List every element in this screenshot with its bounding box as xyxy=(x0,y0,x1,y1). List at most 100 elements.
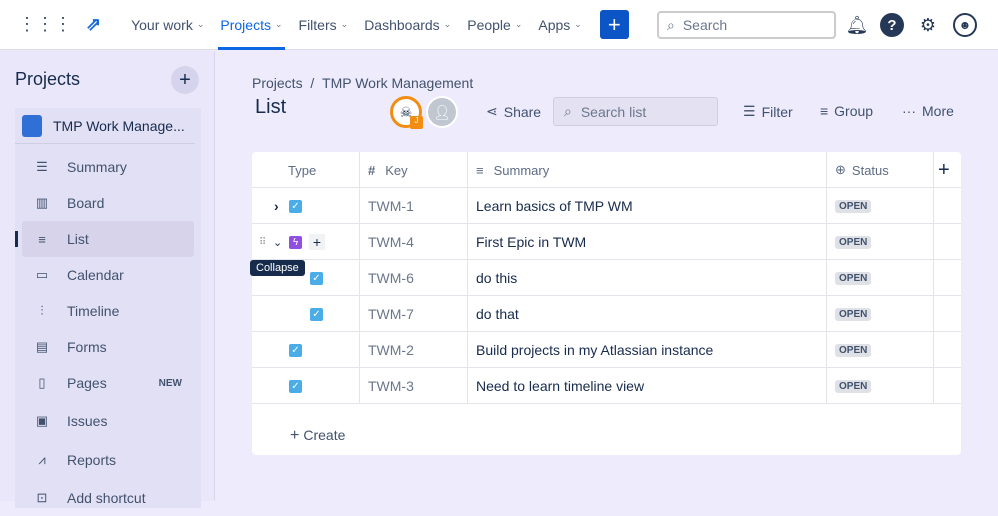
sidebar-item-summary[interactable]: ☰ Summary xyxy=(22,149,194,185)
issue-summary[interactable]: First Epic in TWM xyxy=(468,224,827,260)
plus-icon: + xyxy=(938,158,950,181)
status-badge: OPEN xyxy=(835,307,872,321)
summary-icon: ≡ xyxy=(476,162,484,178)
chevron-down-icon: ⌄ xyxy=(574,19,582,29)
sidebar-item-timeline[interactable]: ⫶ Timeline xyxy=(22,293,194,329)
sidebar-item-label: Add shortcut xyxy=(67,490,146,506)
task-icon: ✓ xyxy=(289,343,302,357)
nav-your-work[interactable]: Your work ⌄ xyxy=(123,0,212,50)
sidebar-item-reports[interactable]: ⩘ Reports xyxy=(22,442,194,478)
table-row[interactable]: ⠿ ⌄ ϟ + TWM-4 First Epic in TWM OPEN xyxy=(252,224,961,260)
sidebar-item-label: Pages xyxy=(67,375,107,391)
issue-key[interactable]: TWM-2 xyxy=(360,332,468,368)
global-search-input[interactable]: ⌕ Search xyxy=(657,11,836,39)
nav-label: Dashboards xyxy=(364,16,440,33)
issue-key[interactable]: TWM-7 xyxy=(360,296,468,332)
project-header[interactable]: TMP Work Manage... xyxy=(15,108,195,144)
share-button[interactable]: ⋖ Share xyxy=(486,103,541,120)
issue-summary[interactable]: do that xyxy=(468,296,827,332)
table-row[interactable]: ✓ TWM-2 Build projects in my Atlassian i… xyxy=(252,332,961,368)
issue-table: Type # Key ≡ Summary ⊕ Status + › ✓ TWM-1 Le… xyxy=(252,152,961,455)
nav-projects[interactable]: Projects ⌄ xyxy=(212,0,290,50)
table-row[interactable]: ✓ TWM-3 Need to learn timeline view OPEN xyxy=(252,368,961,404)
header-key[interactable]: # Key xyxy=(360,152,468,188)
issue-key[interactable]: TWM-4 xyxy=(360,224,468,260)
status-badge: OPEN xyxy=(835,199,872,213)
header-status[interactable]: ⊕ Status xyxy=(827,152,934,188)
create-button[interactable]: + xyxy=(599,10,629,39)
status-cell[interactable]: OPEN xyxy=(827,332,934,368)
drag-handle-icon[interactable]: ⠿ xyxy=(259,237,266,248)
sidebar-item-board[interactable]: ▥ Board xyxy=(22,185,194,221)
more-button[interactable]: ··· More xyxy=(902,103,954,119)
table-row[interactable]: › ✓ TWM-1 Learn basics of TMP WM OPEN xyxy=(252,188,961,224)
issue-key[interactable]: TWM-6 xyxy=(360,260,468,296)
notifications-icon[interactable]: 🔔︎ xyxy=(845,13,869,37)
type-cell: ✓ xyxy=(252,368,360,404)
status-cell[interactable]: OPEN xyxy=(827,188,934,224)
profile-avatar[interactable]: ☻ xyxy=(953,13,977,37)
expand-chevron-icon[interactable]: › xyxy=(274,198,279,214)
more-label: More xyxy=(922,103,954,119)
help-icon[interactable]: ? xyxy=(880,13,904,37)
nav-label: Filters xyxy=(298,16,337,33)
settings-gear-icon[interactable]: ⚙ xyxy=(916,13,940,37)
nav-dashboards[interactable]: Dashboards ⌄ xyxy=(356,0,459,50)
sidebar-title: Projects xyxy=(15,69,81,89)
sidebar-item-label: Board xyxy=(67,195,105,211)
breadcrumb-separator: / xyxy=(310,75,315,91)
chevron-down-icon: ⌄ xyxy=(274,19,283,29)
empty-cell xyxy=(934,260,961,296)
issue-summary[interactable]: Learn basics of TMP WM xyxy=(468,188,827,224)
share-icon: ⋖ xyxy=(486,103,498,119)
status-cell[interactable]: OPEN xyxy=(827,260,934,296)
chevron-down-icon: ⌄ xyxy=(340,19,349,29)
add-people-button[interactable]: 👤︎ xyxy=(426,96,458,128)
create-issue-button[interactable]: + Create xyxy=(290,427,345,445)
create-label: Create xyxy=(303,427,346,443)
sidebar-item-issues[interactable]: ▣ Issues xyxy=(22,403,194,439)
issue-summary[interactable]: Need to learn timeline view xyxy=(468,368,827,404)
status-cell[interactable]: OPEN xyxy=(827,368,934,404)
type-cell: ✓ xyxy=(252,296,360,332)
breadcrumb-project[interactable]: TMP Work Management xyxy=(322,75,473,91)
status-cell[interactable]: OPEN xyxy=(827,296,934,332)
empty-cell xyxy=(934,296,961,332)
issue-summary[interactable]: Build projects in my Atlassian instance xyxy=(468,332,827,368)
app-switcher-icon[interactable]: ⋮⋮⋮ xyxy=(18,14,72,35)
empty-cell xyxy=(934,368,961,404)
nav-filters[interactable]: Filters ⌄ xyxy=(291,0,357,50)
nav-people[interactable]: People ⌄ xyxy=(459,0,530,50)
sidebar-item-label: List xyxy=(67,231,89,247)
sidebar-item-forms[interactable]: ▤ Forms xyxy=(22,329,194,365)
sidebar-item-list[interactable]: ≡ List xyxy=(15,221,194,257)
table-row[interactable]: ✓ TWM-7 do that OPEN xyxy=(252,296,961,332)
sidebar-item-pages[interactable]: ▯ Pages NEW xyxy=(22,365,194,401)
table-header: Type # Key ≡ Summary ⊕ Status + xyxy=(252,152,961,188)
status-cell[interactable]: OPEN xyxy=(827,224,934,260)
issue-key[interactable]: TWM-1 xyxy=(360,188,468,224)
header-status-label: Status xyxy=(851,162,889,178)
issue-key[interactable]: TWM-3 xyxy=(360,368,468,404)
header-type[interactable]: Type xyxy=(252,152,360,188)
nav-label: Projects xyxy=(220,16,271,33)
add-child-button[interactable]: + xyxy=(309,234,325,250)
sidebar-item-calendar[interactable]: ▭ Calendar xyxy=(22,257,194,293)
sidebar-item-label: Calendar xyxy=(67,267,124,283)
add-project-button[interactable]: + xyxy=(171,66,199,94)
group-button[interactable]: ≡ Group xyxy=(820,103,873,119)
user-avatar[interactable]: ☠ J xyxy=(390,96,423,129)
collapse-chevron-icon[interactable]: ⌄ xyxy=(273,236,282,249)
search-list-input[interactable]: ⌕ Search list xyxy=(553,97,718,126)
header-summary[interactable]: ≡ Summary xyxy=(468,152,827,188)
sidebar-item-add-shortcut[interactable]: ⊡ Add shortcut xyxy=(22,480,194,516)
table-row[interactable]: ✓ TWM-6 do this OPEN xyxy=(252,260,961,296)
jira-logo-icon[interactable]: ⇗ xyxy=(86,14,101,35)
filter-button[interactable]: ☰ Filter xyxy=(743,103,793,120)
issue-summary[interactable]: do this xyxy=(468,260,827,296)
nav-apps[interactable]: Apps ⌄ xyxy=(530,0,589,50)
search-icon: ⌕ xyxy=(667,16,675,33)
breadcrumb-projects[interactable]: Projects xyxy=(252,75,303,91)
chevron-down-icon: ⌄ xyxy=(196,19,205,29)
add-column-button[interactable]: + xyxy=(934,152,961,188)
